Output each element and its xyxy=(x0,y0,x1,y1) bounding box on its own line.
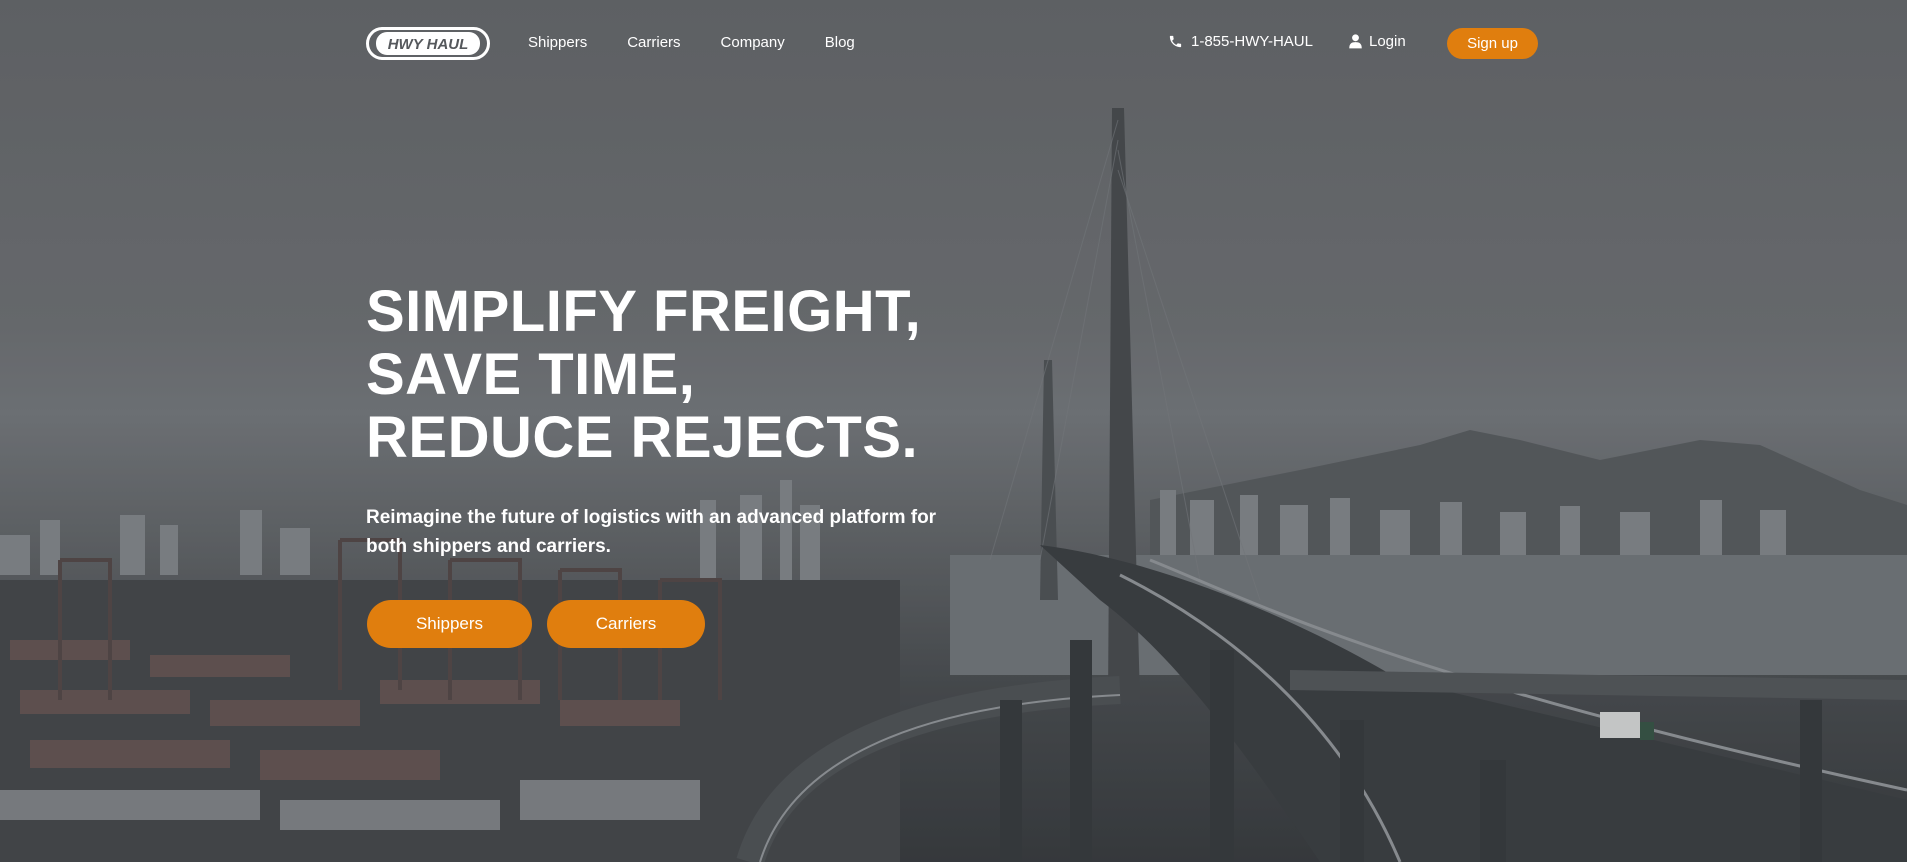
top-navigation: HWY HAUL Shippers Carriers Company Blog … xyxy=(0,0,1907,88)
phone-number: 1-855-HWY-HAUL xyxy=(1191,33,1313,50)
svg-text:HWY HAUL: HWY HAUL xyxy=(388,36,469,53)
nav-shippers-link[interactable]: Shippers xyxy=(528,34,587,51)
login-label: Login xyxy=(1369,33,1406,50)
carriers-cta-button[interactable]: Carriers xyxy=(547,600,705,648)
phone-link[interactable]: 1-855-HWY-HAUL xyxy=(1168,33,1313,50)
hero-title: SIMPLIFY FREIGHT, SAVE TIME, REDUCE REJE… xyxy=(366,280,921,469)
login-link[interactable]: Login xyxy=(1349,33,1406,50)
nav-company-link[interactable]: Company xyxy=(721,34,785,51)
signup-button[interactable]: Sign up xyxy=(1447,28,1538,59)
hero-subtitle: Reimagine the future of logistics with a… xyxy=(366,507,937,557)
hero-title-line-2: SAVE TIME, xyxy=(366,342,696,407)
phone-icon xyxy=(1169,35,1182,48)
nav-carriers-link[interactable]: Carriers xyxy=(627,34,680,51)
nav-links: Shippers Carriers Company Blog xyxy=(528,34,855,51)
hero-title-line-3: REDUCE REJECTS. xyxy=(366,405,919,470)
shippers-cta-button[interactable]: Shippers xyxy=(367,600,532,648)
nav-blog-link[interactable]: Blog xyxy=(825,34,855,51)
dark-overlay xyxy=(0,0,1907,862)
hwy-haul-logo[interactable]: HWY HAUL xyxy=(366,27,490,60)
user-icon xyxy=(1349,34,1362,49)
hero-title-line-1: SIMPLIFY FREIGHT, xyxy=(366,279,922,344)
hero-background xyxy=(0,0,1907,862)
